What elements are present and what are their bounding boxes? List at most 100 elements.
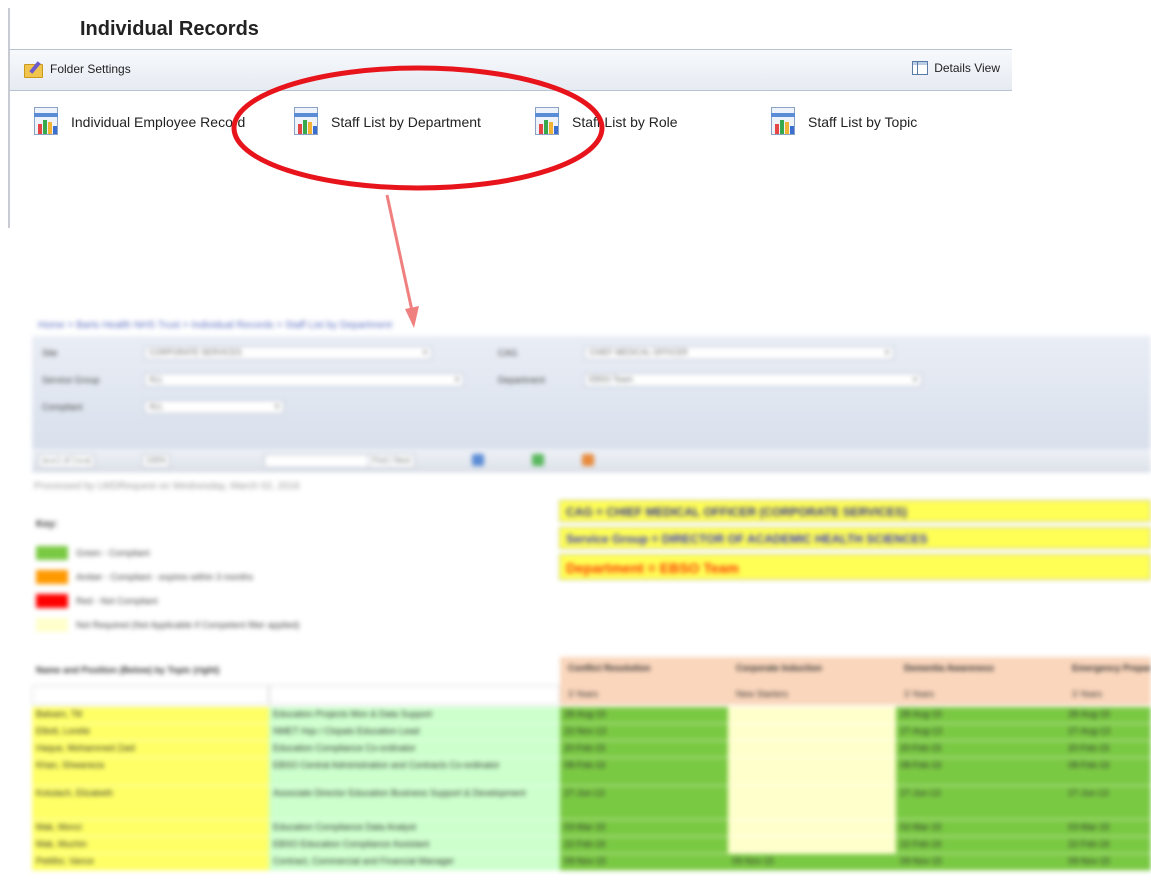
staff-role-cell: Education Compliance Data Analyst — [269, 820, 560, 837]
department-label: Department — [498, 375, 546, 385]
legend-label: Not Required (Not Applicable if Competen… — [76, 620, 300, 630]
folder-edit-icon — [24, 61, 44, 78]
table-name-header: Name and Position (Below) by Topic (righ… — [36, 665, 220, 675]
folder-settings-button[interactable]: Folder Settings — [24, 61, 131, 78]
topic-frequency: 3 Years — [896, 685, 1064, 705]
report-icon — [292, 107, 322, 137]
site-select[interactable]: CORPORATE SERVICES — [144, 346, 432, 360]
compliance-cell: 27-Aug-13 — [1064, 724, 1151, 741]
report-individual-employee-record[interactable]: Individual Employee Record — [32, 107, 245, 137]
compliance-cell — [728, 758, 896, 786]
topic-header[interactable]: Emergency Preparedness — [1064, 657, 1151, 685]
department-banner: Department = EBSO Team — [559, 554, 1151, 580]
find-next-button[interactable]: Find | Next — [368, 454, 415, 468]
report-label: Individual Employee Record — [71, 114, 246, 130]
staff-role-cell: NMET Hqs / Clopals Education Lead — [269, 724, 560, 741]
table-name-header-blank — [32, 685, 269, 705]
topic-frequency: 3 Years — [560, 685, 728, 705]
staff-name-cell: Khan, Shwaneza — [32, 758, 269, 786]
staff-role-cell: Education Projects Mon & Data Support — [269, 707, 560, 724]
compliance-cell: 09-Nov-15 — [896, 854, 1064, 871]
details-view-button[interactable]: Details View — [912, 61, 1000, 75]
legend-label: Amber - Compliant - expires within 3 mon… — [76, 572, 254, 582]
table-row: Mak, Muchin EBSO Education Compliance Ass… — [32, 837, 1151, 854]
cag-banner-text: CAG = CHIEF MEDICAL OFFICER (CORPORATE S… — [566, 505, 908, 519]
cag-label: CAG — [498, 348, 518, 358]
find-input[interactable] — [264, 454, 370, 468]
staff-role-cell: Education Compliance Co-ordinator — [269, 741, 560, 758]
table-role-header-blank — [269, 685, 560, 705]
table-row: Balsam, Till Education Projects Mon & Dat… — [32, 707, 1151, 724]
individual-records-panel: Individual Records Folder Settings Detai… — [0, 0, 1012, 230]
staff-role-cell: Contract, Commercial and Financial Manag… — [269, 854, 560, 871]
compliance-cell: 27-Aug-13 — [896, 724, 1064, 741]
compliance-cell: 02-Mar-15 — [896, 820, 1064, 837]
topic-header[interactable]: Dementia Awareness — [896, 657, 1064, 685]
staff-name-cell: Haque, Mohammed Zaid — [32, 741, 269, 758]
table-row: Elliott, Lorelie NMET Hqs / Clopals Educa… — [32, 724, 1151, 741]
refresh-icon[interactable] — [532, 454, 544, 466]
zoom-select[interactable]: 100% — [142, 454, 171, 468]
staff-name-cell: Elliott, Lorelie — [32, 724, 269, 741]
department-banner-text: Department = EBSO Team — [566, 560, 739, 576]
compliance-cell: 20-Feb-15 — [896, 741, 1064, 758]
topic-frequency: New Starters — [728, 685, 896, 705]
compliance-cell — [728, 741, 896, 758]
topic-header[interactable]: Conflict Resolution — [560, 657, 728, 685]
compliance-cell: 27-Jun-13 — [560, 786, 728, 820]
legend-item: Red - Not Compliant — [36, 594, 158, 608]
report-viewer-toolbar: |◂ ◂ 1 of 1 ▸ ▸| 100% Find | Next — [32, 449, 1151, 472]
compliance-cell: 20-Feb-15 — [560, 741, 728, 758]
department-select[interactable]: EBSO Team — [584, 373, 922, 387]
page-title: Individual Records — [80, 18, 259, 40]
site-label: Site — [42, 348, 58, 358]
print-icon[interactable] — [582, 454, 594, 466]
table-row: Mak, Monci Education Compliance Data Anal… — [32, 820, 1151, 837]
legend-label: Red - Not Compliant — [76, 596, 158, 606]
compliance-cell — [728, 707, 896, 724]
compliance-cell — [728, 786, 896, 820]
compliance-cell: 27-Jun-13 — [896, 786, 1064, 820]
breadcrumb[interactable]: Home > Barts Health NHS Trust > Individu… — [38, 320, 392, 331]
details-view-label: Details View — [934, 61, 1000, 75]
staff-role-cell: EBSO Education Compliance Assistant — [269, 837, 560, 854]
compliance-cell: 09-Nov-15 — [728, 854, 896, 871]
compliance-cell: 03-Mar-15 — [1064, 820, 1151, 837]
compliant-select[interactable]: ALL — [144, 400, 284, 414]
legend-item: Not Required (Not Applicable if Competen… — [36, 618, 300, 632]
compliance-cell: 22-Feb-16 — [1064, 837, 1151, 854]
compliance-cell: 20-Feb-15 — [1064, 741, 1151, 758]
processed-timestamp: Processed by LWDRequest on Wednesday, Ma… — [34, 481, 300, 492]
legend-item: Amber - Compliant - expires within 3 mon… — [36, 570, 253, 584]
compliant-label: Compliant — [42, 402, 83, 412]
compliance-cell: 08-Feb-16 — [896, 758, 1064, 786]
report-icon — [769, 107, 799, 137]
report-staff-list-by-department[interactable]: Staff List by Department — [292, 107, 481, 137]
report-staff-list-by-topic[interactable]: Staff List by Topic — [769, 107, 917, 137]
table-row: Haque, Mohammed Zaid Education Compliance… — [32, 741, 1151, 758]
staff-name-cell: Mak, Muchin — [32, 837, 269, 854]
legend-swatch — [36, 546, 68, 560]
compliance-cell — [728, 724, 896, 741]
cag-banner: CAG = CHIEF MEDICAL OFFICER (CORPORATE S… — [559, 500, 1151, 522]
pager-controls[interactable]: |◂ ◂ 1 of 1 ▸ ▸| — [38, 454, 96, 468]
cag-select[interactable]: CHIEF MEDICAL OFFICER — [584, 346, 894, 360]
service-group-select[interactable]: ALL — [144, 373, 464, 387]
report-staff-list-by-role[interactable]: Staff List by Role — [533, 107, 678, 137]
table-row: Kotulach, Elizabeth Associate Director Ed… — [32, 786, 1151, 820]
compliance-cell: 22-Feb-16 — [560, 837, 728, 854]
folder-settings-label: Folder Settings — [50, 62, 131, 76]
staff-name-cell: Pettifor, Vance — [32, 854, 269, 871]
legend-swatch — [36, 618, 68, 632]
staff-name-cell: Mak, Monci — [32, 820, 269, 837]
compliance-cell: 08-Feb-16 — [1064, 758, 1151, 786]
compliance-cell: 22-Feb-16 — [896, 837, 1064, 854]
report-icon — [32, 107, 62, 137]
export-icon[interactable] — [472, 454, 484, 466]
topic-frequency: 3 Years — [1064, 685, 1151, 705]
report-filter-panel: Site CORPORATE SERVICES CAG CHIEF MEDICA… — [32, 336, 1151, 452]
topic-header[interactable]: Corporate Induction — [728, 657, 896, 685]
report-label: Staff List by Role — [572, 114, 678, 130]
details-view-icon — [912, 61, 929, 75]
legend-swatch — [36, 594, 68, 608]
